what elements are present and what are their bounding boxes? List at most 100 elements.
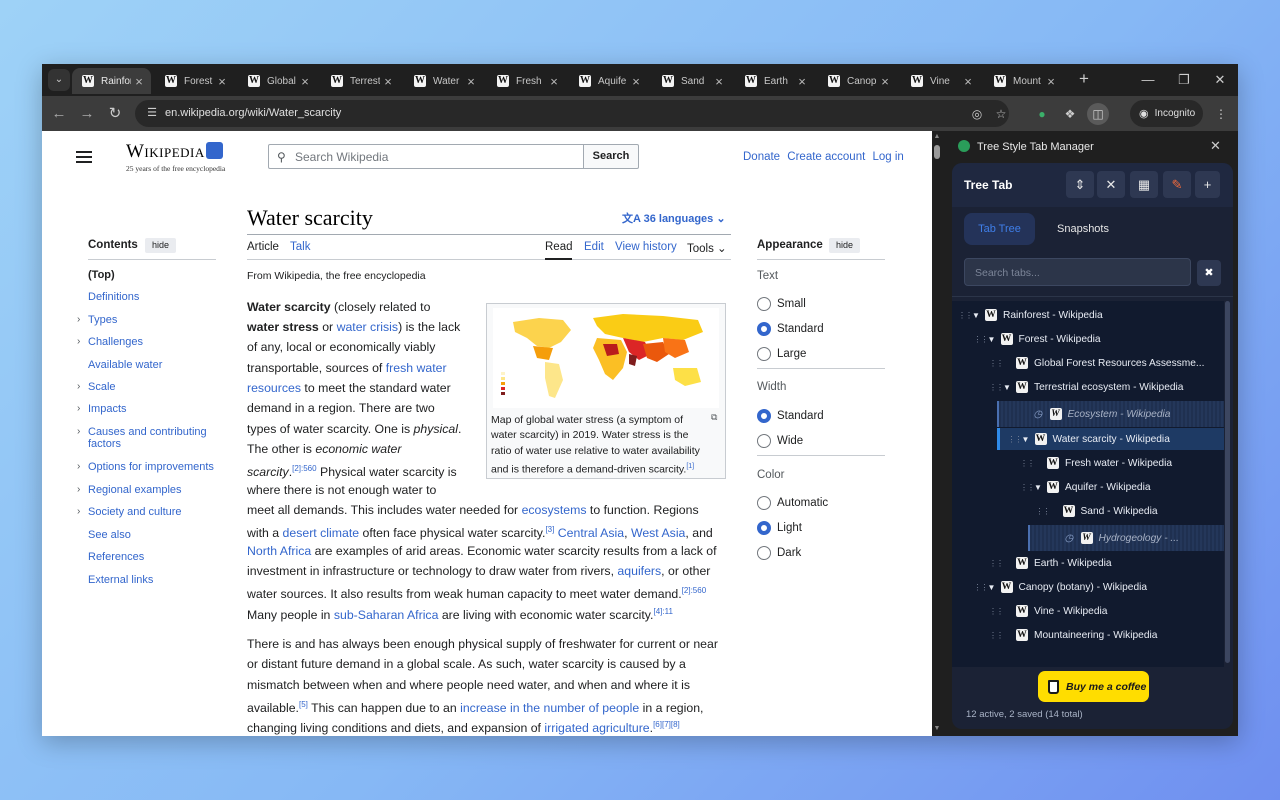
tree-tab-item[interactable]: ⋮⋮▼WFresh water - Wikipedia xyxy=(952,452,1224,474)
tools-dropdown[interactable]: Tools ⌄ xyxy=(687,241,727,255)
radio-option[interactable]: Wide xyxy=(757,434,803,448)
snapshots-tab[interactable]: Snapshots xyxy=(1045,213,1121,245)
scroll-up-icon[interactable]: ▲ xyxy=(932,133,942,140)
contents-hide-button[interactable]: hide xyxy=(145,238,177,253)
address-bar[interactable]: ☰ en.wikipedia.org/wiki/Water_scarcity ◎… xyxy=(135,100,1009,127)
tree-tab-item[interactable]: ⋮⋮▼WGlobal Forest Resources Assessme... xyxy=(952,352,1224,374)
tab-talk[interactable]: Talk xyxy=(290,241,310,253)
toc-item[interactable]: › Scale xyxy=(77,381,116,393)
add-button[interactable]: + xyxy=(1195,171,1220,198)
chevron-right-icon[interactable]: › xyxy=(77,426,80,437)
water-stress-map-image[interactable] xyxy=(493,308,719,408)
close-tab-icon[interactable]: × xyxy=(546,74,562,89)
sub-saharan-africa-link[interactable]: sub-Saharan Africa xyxy=(334,608,439,622)
north-africa-link[interactable]: North Africa xyxy=(247,544,311,558)
tab-edit[interactable]: Edit xyxy=(584,241,604,253)
ecosystems-link[interactable]: ecosystems xyxy=(522,503,587,517)
tree-tab-item[interactable]: ⋮⋮ ▼ W Terrestrial ecosystem - Wikipedia xyxy=(952,376,1224,398)
tree-tab-item[interactable]: ⋮⋮ ▼ W Water scarcity - Wikipedia xyxy=(996,428,1224,450)
expand-toggle-icon[interactable]: ▼ xyxy=(972,311,985,320)
radio-button[interactable] xyxy=(757,347,771,361)
citation[interactable]: [2]:560 xyxy=(292,464,316,473)
drag-handle-icon[interactable]: ⋮⋮ xyxy=(989,631,1004,640)
chevron-right-icon[interactable]: › xyxy=(77,461,80,472)
browser-tab[interactable]: W Sand × xyxy=(652,68,731,94)
drag-handle-icon[interactable]: ⋮⋮ xyxy=(989,607,1004,616)
back-icon[interactable]: ← xyxy=(48,103,70,125)
desert-climate-link[interactable]: desert climate xyxy=(283,526,360,540)
close-tab-icon[interactable]: × xyxy=(297,74,313,89)
clean-broom-button[interactable]: ✎ xyxy=(1163,171,1191,198)
fresh-water-link[interactable]: fresh water xyxy=(386,361,447,375)
aquifers-link[interactable]: aquifers xyxy=(617,564,661,578)
population-growth-link[interactable]: increase in the number of people xyxy=(460,701,639,715)
expand-toggle-icon[interactable]: ▼ xyxy=(1003,383,1016,392)
wiki-search-button[interactable]: Search xyxy=(583,144,639,169)
extensions-icon[interactable]: ❖ xyxy=(1059,103,1081,125)
figure-citation[interactable]: [1] xyxy=(686,463,694,470)
browser-tab[interactable]: W Mount × xyxy=(984,68,1063,94)
citation[interactable]: [4]:11 xyxy=(653,607,672,616)
tab-view-history[interactable]: View history xyxy=(615,241,677,253)
tab-tree-tab[interactable]: Tab Tree xyxy=(964,213,1035,245)
browser-tab[interactable]: W Water × xyxy=(404,68,483,94)
new-tab-button[interactable]: + xyxy=(1073,69,1095,91)
toc-item[interactable]: See also xyxy=(88,529,131,541)
radio-option[interactable]: Small xyxy=(757,297,806,311)
citation[interactable]: [5] xyxy=(299,700,308,709)
chevron-right-icon[interactable]: › xyxy=(77,381,80,392)
radio-option[interactable]: Automatic xyxy=(757,496,828,510)
drag-handle-icon[interactable]: ⋮⋮ xyxy=(989,359,1004,368)
citation[interactable]: [6][7][8] xyxy=(653,720,680,729)
tree-tab-extension-icon[interactable]: ● xyxy=(1031,103,1053,125)
radio-option[interactable]: Standard xyxy=(757,322,824,336)
tab-search-input[interactable] xyxy=(975,265,1180,280)
login-link[interactable]: Log in xyxy=(873,151,904,163)
chevron-right-icon[interactable]: › xyxy=(77,506,80,517)
chevron-right-icon[interactable]: › xyxy=(77,314,80,325)
west-asia-link[interactable]: West Asia xyxy=(631,526,685,540)
browser-tab[interactable]: W Vine × xyxy=(901,68,980,94)
close-tab-icon[interactable]: × xyxy=(628,74,644,89)
expand-toggle-icon[interactable]: ▼ xyxy=(988,583,1001,592)
water-crisis-link[interactable]: water crisis xyxy=(337,320,399,334)
donate-link[interactable]: Donate xyxy=(743,151,780,163)
expand-toggle-icon[interactable]: ▼ xyxy=(988,335,1001,344)
enlarge-figure-icon[interactable]: ⧉ xyxy=(711,412,717,423)
expand-toggle-icon[interactable]: ▼ xyxy=(1022,435,1035,444)
site-settings-icon[interactable]: ☰ xyxy=(145,106,159,120)
expand-toggle-icon[interactable]: ▼ xyxy=(1034,483,1047,492)
chevron-right-icon[interactable]: › xyxy=(77,336,80,347)
radio-option[interactable]: Dark xyxy=(757,546,801,560)
tree-scrollbar[interactable] xyxy=(1225,301,1230,663)
menu-kebab-icon[interactable]: ⋮ xyxy=(1210,103,1232,125)
incognito-badge[interactable]: ◉ Incognito xyxy=(1130,100,1203,127)
radio-button[interactable] xyxy=(757,297,771,311)
close-tab-icon[interactable]: × xyxy=(131,74,147,89)
main-menu-icon[interactable] xyxy=(76,151,92,163)
toc-item[interactable]: › Regional examples xyxy=(77,484,182,496)
tab-read[interactable]: Read xyxy=(545,241,573,253)
browser-tab[interactable]: W Terrest × xyxy=(321,68,400,94)
radio-button[interactable] xyxy=(757,496,771,510)
close-window-icon[interactable]: ✕ xyxy=(1202,69,1238,91)
close-tab-icon[interactable]: × xyxy=(214,74,230,89)
radio-button[interactable] xyxy=(757,322,771,336)
page-scrollbar[interactable]: ▲ ▼ xyxy=(932,131,942,736)
drag-handle-icon[interactable]: ⋮⋮ xyxy=(1020,483,1035,492)
expand-collapse-button[interactable]: ⇕ xyxy=(1066,171,1094,198)
close-tab-icon[interactable]: × xyxy=(877,74,893,89)
browser-tab[interactable]: W Global × xyxy=(238,68,317,94)
drag-handle-icon[interactable]: ⋮⋮ xyxy=(989,383,1004,392)
eye-slash-icon[interactable]: ◎ xyxy=(969,106,985,122)
toc-item[interactable]: (Top) xyxy=(88,269,115,281)
tab-search-dropdown[interactable]: ⌄ xyxy=(48,69,70,91)
wiki-search-input[interactable] xyxy=(295,148,575,165)
close-tab-icon[interactable]: × xyxy=(1043,74,1059,89)
forward-icon[interactable]: → xyxy=(76,103,98,125)
chevron-right-icon[interactable]: › xyxy=(77,484,80,495)
drag-handle-icon[interactable]: ⋮⋮ xyxy=(1036,507,1051,516)
tree-tab-item[interactable]: ⋮⋮▼◷WHydrogeology - ... xyxy=(1027,525,1224,551)
radio-button[interactable] xyxy=(757,409,771,423)
radio-button[interactable] xyxy=(757,434,771,448)
